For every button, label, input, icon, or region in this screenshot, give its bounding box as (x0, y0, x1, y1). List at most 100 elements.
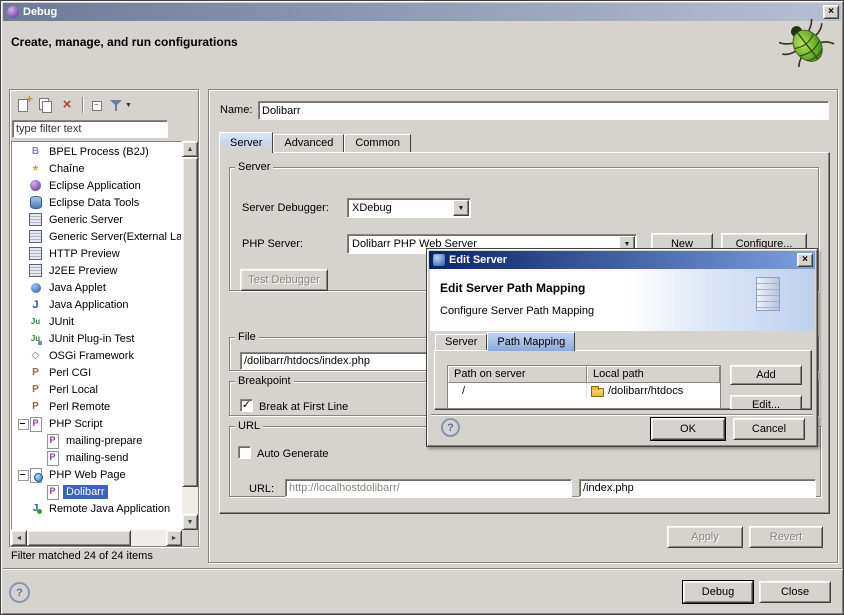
tree-row[interactable]: Perl Remote (12, 398, 181, 415)
add-button[interactable]: Add (730, 365, 802, 385)
configurations-toolbar: ▼ (12, 93, 133, 117)
edit-button[interactable]: Edit... (730, 395, 802, 410)
tab[interactable]: Path Mapping (487, 332, 575, 351)
tree-item-label: Perl CGI (46, 366, 94, 380)
server-graphic-icon (756, 277, 780, 311)
chain-icon (28, 161, 43, 176)
collapse-all-icon (90, 97, 106, 113)
server-debugger-value: XDebug (348, 202, 452, 214)
tree-row[interactable]: Generic Server (12, 211, 181, 228)
revert-button[interactable]: Revert (749, 526, 823, 548)
tree-row[interactable]: PHP Script (12, 415, 181, 432)
tree-row[interactable]: Perl CGI (12, 364, 181, 381)
tree-row[interactable]: BPEL Process (B2J) (12, 143, 181, 160)
tree-row[interactable]: Java Application (12, 296, 181, 313)
filter-input[interactable] (12, 120, 168, 138)
horizontal-scroll-thumb[interactable] (27, 530, 131, 546)
tree-item-label: Java Applet (46, 281, 109, 295)
debug-button[interactable]: Debug (683, 581, 753, 603)
tree-row[interactable]: Eclipse Application (12, 177, 181, 194)
tree-row[interactable]: Generic Server(External La (12, 228, 181, 245)
scroll-right-button[interactable]: ► (166, 530, 182, 546)
scroll-up-button[interactable]: ▲ (182, 141, 198, 157)
tree-row[interactable]: Eclipse Data Tools (12, 194, 181, 211)
table-header-cell[interactable]: Local path (587, 366, 720, 383)
duplicate-button[interactable] (34, 94, 56, 116)
tree-item-label: Dolibarr (63, 485, 108, 499)
help-button[interactable]: ? (9, 582, 30, 603)
dialog-help-button[interactable]: ? (441, 418, 460, 437)
help-icon: ? (16, 587, 23, 599)
url-path-input[interactable] (579, 479, 816, 497)
table-row[interactable]: / /dolibarr/htdocs (448, 383, 720, 399)
tree-item-label: Eclipse Data Tools (46, 196, 142, 210)
vertical-scroll-thumb[interactable] (182, 157, 198, 487)
scroll-left-button[interactable]: ◄ (11, 530, 27, 546)
auto-generate-checkbox[interactable] (238, 446, 251, 459)
config-tabs: Server Advanced Common (219, 132, 411, 152)
delete-button[interactable] (56, 94, 78, 116)
dialog-tabs: ServerPath Mapping (435, 332, 575, 350)
tree-row[interactable]: PHP Web Page (12, 466, 181, 483)
tab[interactable]: Server (219, 132, 273, 153)
php-file-icon (45, 450, 60, 465)
tree-row[interactable]: J2EE Preview (12, 262, 181, 279)
tree-item-label: BPEL Process (B2J) (46, 145, 152, 159)
collapse-all-button[interactable] (87, 94, 109, 116)
tab[interactable]: Advanced (273, 134, 344, 152)
tree-item-label: JUnit (46, 315, 77, 329)
tree-row[interactable]: Remote Java Application (12, 500, 181, 517)
filter-button[interactable]: ▼ (109, 94, 133, 116)
server-group-legend: Server (235, 161, 273, 173)
tree-row[interactable]: mailing-prepare (12, 432, 181, 449)
dropdown-arrow-icon[interactable]: ▼ (453, 200, 469, 216)
tab-label: Advanced (284, 137, 333, 149)
dialog-close-button[interactable]: × (797, 253, 813, 267)
tree-expand-handle[interactable] (17, 466, 28, 483)
tree-row[interactable]: JUnit Plug-in Test (12, 330, 181, 347)
break-first-line-checkbox[interactable]: ✓ (240, 399, 253, 412)
tree-horizontal-scrollbar[interactable]: ◄ ► (11, 530, 182, 546)
tree-vertical-scrollbar[interactable]: ▲ ▼ (182, 141, 198, 530)
tree-item-label: Remote Java Application (46, 502, 173, 516)
cancel-button[interactable]: Cancel (733, 418, 805, 440)
server-debugger-select[interactable]: XDebug ▼ (347, 198, 471, 218)
delete-icon (59, 97, 75, 113)
new-configuration-button[interactable] (12, 94, 34, 116)
tree-item-label: J2EE Preview (46, 264, 120, 278)
window-close-button[interactable]: × (823, 5, 839, 19)
perl-icon (28, 365, 43, 380)
tab[interactable]: Server (435, 334, 487, 350)
url-base-input[interactable] (285, 479, 572, 497)
scrollbar-corner (182, 530, 198, 546)
tree-item-label: HTTP Preview (46, 247, 123, 261)
url-group-legend: URL (235, 420, 263, 432)
tree-row[interactable]: Java Applet (12, 279, 181, 296)
tree-row[interactable]: mailing-send (12, 449, 181, 466)
dialog-header: Edit Server Path Mapping Configure Serve… (430, 269, 814, 331)
tree-expand-handle[interactable] (17, 415, 28, 432)
close-button[interactable]: Close (759, 581, 831, 603)
tree-row[interactable]: Chaîne (12, 160, 181, 177)
ok-button[interactable]: OK (651, 418, 725, 440)
tree-item-label: PHP Script (46, 417, 106, 431)
tree-item-label: Java Application (46, 298, 132, 312)
test-debugger-button[interactable]: Test Debugger (240, 269, 328, 291)
scroll-down-button[interactable]: ▼ (182, 514, 198, 530)
tree-row[interactable]: Dolibarr (12, 483, 181, 500)
file-group-legend: File (235, 331, 259, 343)
breakpoint-group-legend: Breakpoint (235, 375, 294, 387)
dropdown-arrow-icon: ▼ (125, 102, 132, 109)
php-file-icon (45, 484, 60, 499)
generic-server-icon (28, 229, 43, 244)
apply-button[interactable]: Apply (667, 526, 743, 548)
tree-row[interactable]: HTTP Preview (12, 245, 181, 262)
table-header-cell[interactable]: Path on server (448, 366, 587, 383)
tree-row[interactable]: Perl Local (12, 381, 181, 398)
tab[interactable]: Common (344, 134, 411, 152)
tree-row[interactable]: OSGi Framework (12, 347, 181, 364)
close-icon: × (828, 6, 834, 17)
name-label: Name: (220, 104, 252, 116)
name-input[interactable] (258, 101, 829, 120)
tree-row[interactable]: JUnit (12, 313, 181, 330)
